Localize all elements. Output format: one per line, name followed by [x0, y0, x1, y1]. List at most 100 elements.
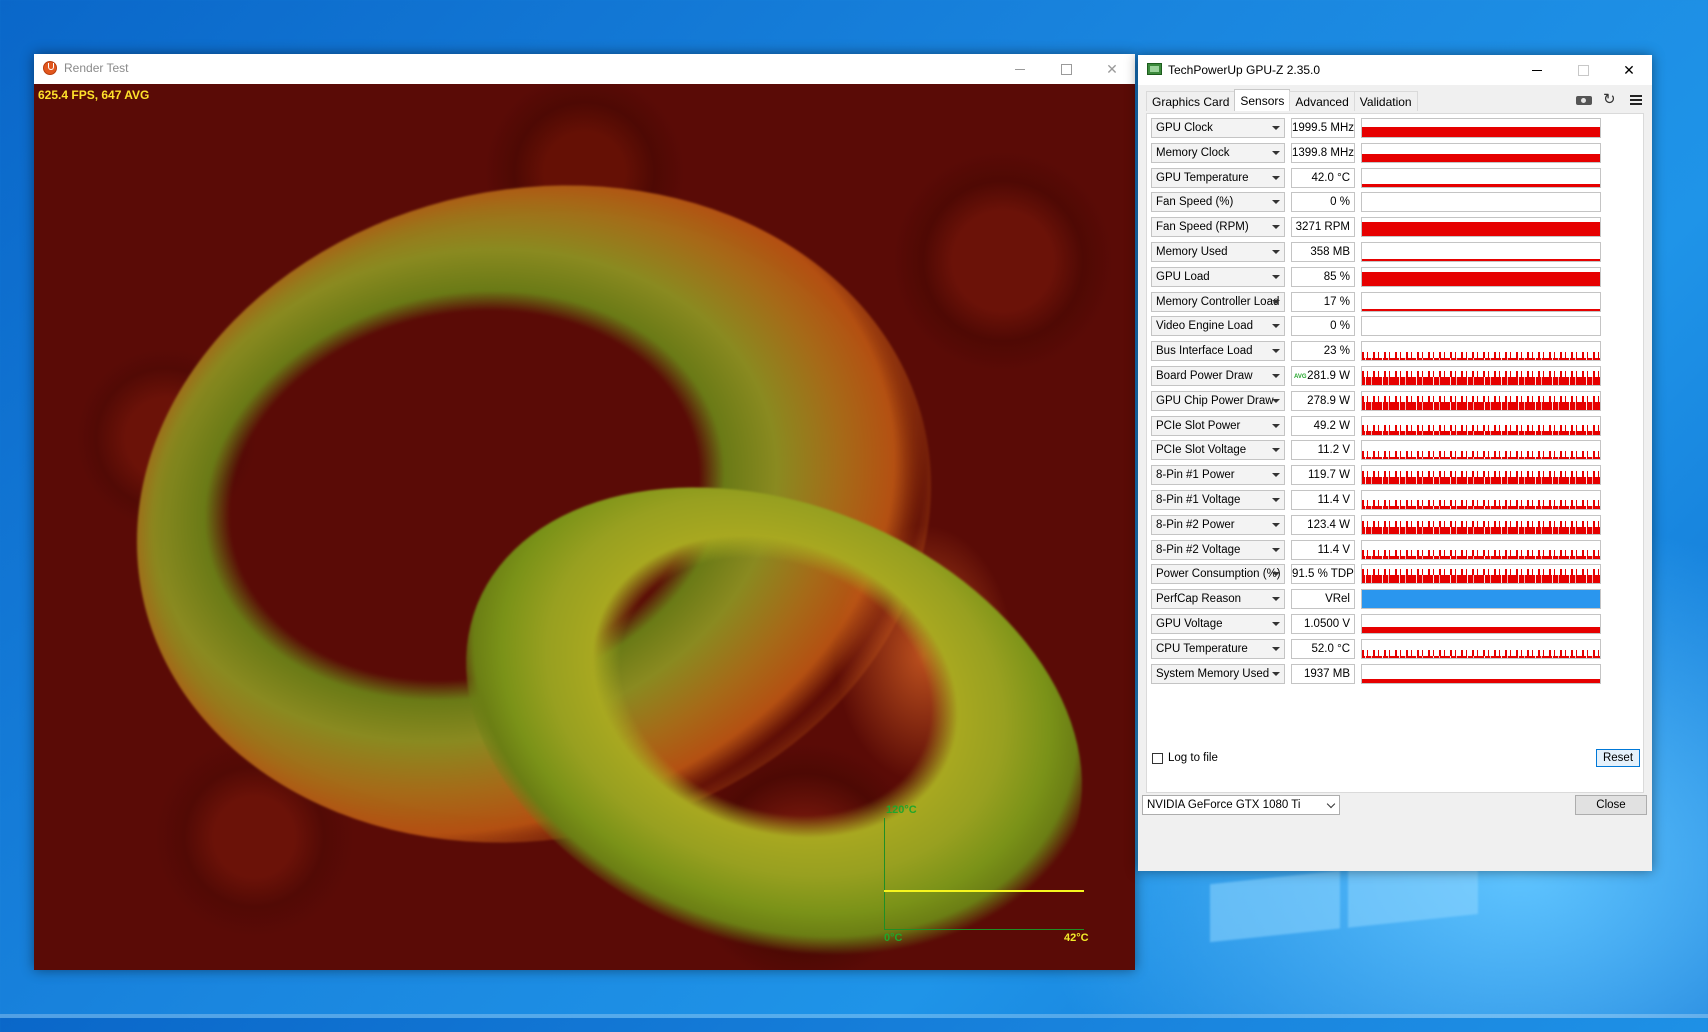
sensor-graph-bar: [1362, 127, 1600, 137]
maximize-button[interactable]: [1043, 54, 1089, 84]
sensor-name-label: GPU Clock: [1156, 122, 1213, 134]
sensor-name-dropdown[interactable]: 8-Pin #2 Power: [1151, 514, 1285, 535]
sensor-graph-bar: [1362, 358, 1600, 361]
sensor-row: 8-Pin #2 Voltage 11.4 V: [1151, 539, 1641, 560]
sensor-name-dropdown[interactable]: GPU Chip Power Draw: [1151, 390, 1285, 411]
sensor-name-label: GPU Temperature: [1156, 171, 1249, 184]
sensor-value: 91.5 % TDP: [1291, 564, 1355, 585]
gpuz-bottom-bar: Log to file Reset: [1146, 749, 1644, 791]
sensor-name-dropdown[interactable]: GPU Voltage: [1151, 614, 1285, 634]
reset-button[interactable]: Reset: [1596, 749, 1640, 767]
sensor-graph-bar: [1362, 627, 1600, 633]
sensor-name-dropdown[interactable]: PCIe Slot Voltage: [1151, 440, 1285, 461]
sensor-name-dropdown[interactable]: GPU Load: [1151, 266, 1285, 287]
sensor-value: 0 %: [1291, 316, 1355, 337]
camera-icon[interactable]: [1576, 96, 1592, 105]
gpu-selector[interactable]: NVIDIA GeForce GTX 1080 Ti: [1142, 795, 1340, 815]
close-button[interactable]: [1089, 54, 1135, 84]
temperature-graph: 120°C 0°C 42°C: [884, 804, 1104, 944]
sensor-graph: [1361, 341, 1601, 362]
chevron-down-icon: [1272, 299, 1280, 304]
maximize-button[interactable]: [1560, 55, 1606, 85]
chevron-down-icon: [1272, 225, 1280, 230]
sensor-name-label: Memory Controller Load: [1156, 295, 1280, 308]
sensor-name-label: Board Power Draw: [1156, 370, 1253, 382]
sensor-name-dropdown[interactable]: System Memory Used: [1151, 663, 1285, 684]
sensor-value-text: 1.0500 V: [1303, 618, 1350, 630]
sensor-value: 52.0 °C: [1291, 638, 1355, 659]
sensor-graph-bar: [1362, 477, 1600, 485]
sensor-graph: [1361, 242, 1601, 262]
sensor-name-dropdown[interactable]: Bus Interface Load: [1151, 341, 1285, 362]
sensor-graph-bar: [1362, 575, 1600, 584]
sensor-name-dropdown[interactable]: Fan Speed (%): [1151, 192, 1285, 213]
chevron-down-icon: [1272, 473, 1280, 478]
windows-wallpaper-logo: [1210, 855, 1480, 1032]
sensor-name-dropdown[interactable]: GPU Temperature: [1151, 167, 1285, 188]
sensor-graph: [1361, 465, 1601, 486]
temp-max-label: 120°C: [886, 804, 917, 816]
gpuz-titlebar[interactable]: TechPowerUp GPU-Z 2.35.0: [1138, 55, 1652, 85]
sensor-name-label: Video Engine Load: [1156, 320, 1253, 333]
sensor-name-dropdown[interactable]: Video Engine Load: [1151, 316, 1285, 337]
sensor-name-label: Bus Interface Load: [1156, 345, 1253, 358]
sensor-graph: [1361, 316, 1601, 337]
sensor-name-dropdown[interactable]: Memory Clock: [1151, 142, 1285, 163]
sensor-name-dropdown[interactable]: 8-Pin #1 Power: [1151, 465, 1285, 486]
chevron-down-icon: [1272, 448, 1280, 453]
sensor-value-text: 278.9 W: [1307, 394, 1350, 407]
render-canvas[interactable]: 625.4 FPS, 647 AVG 120°C 0°C 42°C: [34, 84, 1135, 970]
sensor-value-text: 358 MB: [1310, 246, 1350, 258]
sensor-graph-bar: [1362, 183, 1600, 187]
sensor-name-dropdown[interactable]: 8-Pin #1 Voltage: [1151, 490, 1285, 510]
refresh-icon[interactable]: [1602, 90, 1618, 108]
sensor-value: 11.4 V: [1291, 539, 1355, 560]
sensor-graph: [1361, 366, 1601, 386]
sensor-name-dropdown[interactable]: Memory Controller Load: [1151, 291, 1285, 312]
sensor-name-label: PerfCap Reason: [1156, 593, 1242, 606]
sensor-value-text: 119.7 W: [1308, 469, 1350, 482]
sensor-graph: [1361, 564, 1601, 585]
gpuz-toolbar: [1576, 90, 1644, 108]
close-button[interactable]: [1606, 55, 1652, 85]
sensor-name-dropdown[interactable]: PerfCap Reason: [1151, 589, 1285, 610]
sensor-graph: [1361, 514, 1601, 535]
tab-validation[interactable]: Validation: [1353, 91, 1418, 111]
fps-counter: 625.4 FPS, 647 AVG: [38, 88, 150, 102]
sensor-name-label: 8-Pin #1 Voltage: [1156, 494, 1241, 506]
tab-advanced[interactable]: Advanced: [1289, 91, 1355, 111]
sensor-name-dropdown[interactable]: CPU Temperature: [1151, 638, 1285, 659]
sensor-value-text: 91.5 % TDP: [1292, 568, 1354, 581]
sensor-graph: [1361, 539, 1601, 560]
sensor-row: PCIe Slot Power 49.2 W: [1151, 415, 1641, 436]
render-test-titlebar[interactable]: Render Test: [34, 54, 1135, 84]
menu-icon[interactable]: [1628, 93, 1644, 107]
sensor-name-dropdown[interactable]: Board Power Draw: [1151, 366, 1285, 386]
log-to-file-checkbox[interactable]: [1152, 753, 1163, 764]
gpu-selector-value: NVIDIA GeForce GTX 1080 Ti: [1147, 799, 1301, 811]
sensor-value-text: 1937 MB: [1303, 667, 1350, 680]
minimize-button[interactable]: [1514, 55, 1560, 85]
sensor-name-label: 8-Pin #2 Voltage: [1156, 543, 1241, 556]
sensor-name-dropdown[interactable]: Power Consumption (%): [1151, 564, 1285, 585]
sensor-name-dropdown[interactable]: 8-Pin #2 Voltage: [1151, 539, 1285, 560]
sensor-name-dropdown[interactable]: Memory Used: [1151, 242, 1285, 262]
sensor-row: CPU Temperature 52.0 °C: [1151, 638, 1641, 659]
sensor-value: 11.2 V: [1291, 440, 1355, 461]
sensor-row: GPU Chip Power Draw 278.9 W: [1151, 390, 1641, 411]
tab-graphics-card[interactable]: Graphics Card: [1146, 91, 1236, 111]
sensor-value-text: 123.4 W: [1307, 518, 1350, 531]
tab-sensors[interactable]: Sensors: [1234, 89, 1291, 111]
sensor-name-dropdown[interactable]: GPU Clock: [1151, 118, 1285, 138]
minimize-button[interactable]: [997, 54, 1043, 84]
sensor-name-dropdown[interactable]: PCIe Slot Power: [1151, 415, 1285, 436]
sensor-name-dropdown[interactable]: Fan Speed (RPM): [1151, 217, 1285, 238]
chevron-down-icon: [1272, 324, 1280, 329]
sensor-row: 8-Pin #1 Power 119.7 W: [1151, 465, 1641, 486]
close-app-button[interactable]: Close: [1575, 795, 1647, 815]
sensor-value: 1937 MB: [1291, 663, 1355, 684]
sensor-row: PerfCap Reason VRel: [1151, 589, 1641, 610]
sensor-graph-bar: [1362, 555, 1600, 559]
sensor-value-text: 1399.8 MHz: [1292, 146, 1355, 159]
chevron-down-icon: [1272, 622, 1280, 626]
